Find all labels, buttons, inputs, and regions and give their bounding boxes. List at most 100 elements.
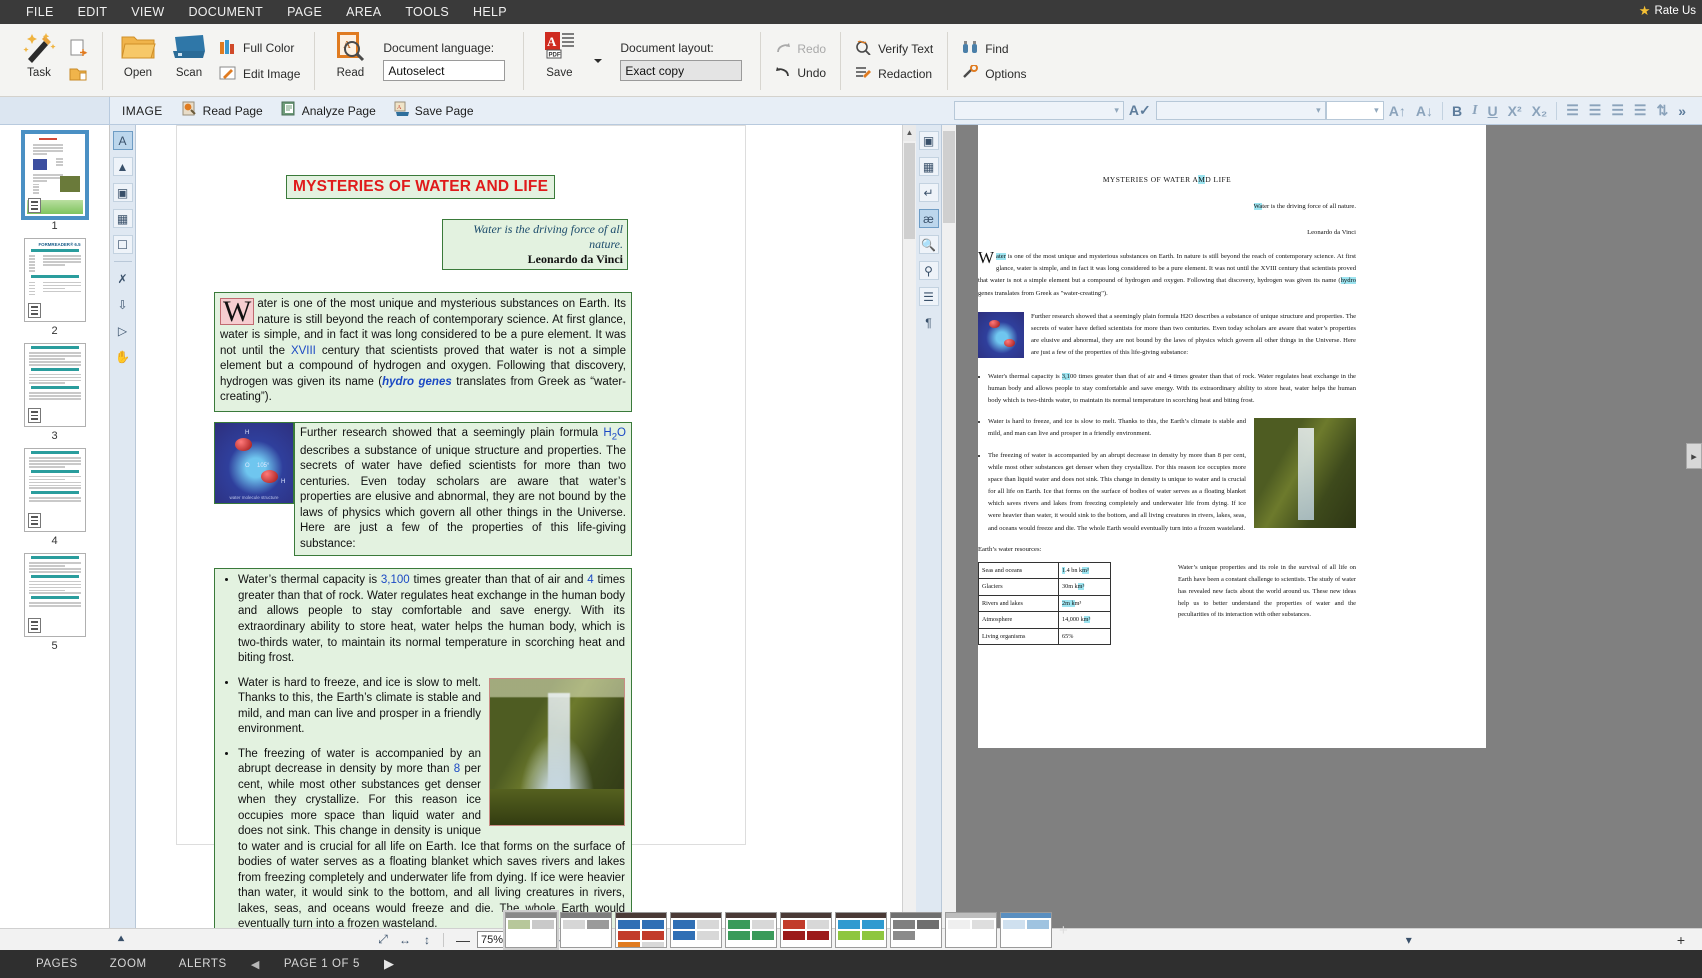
superscript-button[interactable]: X² [1503, 103, 1527, 119]
italic-button[interactable]: I [1467, 103, 1482, 119]
fit-page-icon[interactable]: ⤢ [372, 932, 394, 947]
water-molecule-image[interactable]: H H O 105° water molecule structure [214, 421, 294, 504]
recognition-area-tool-icon[interactable]: ☐ [112, 235, 133, 254]
menu-item-view[interactable]: VIEW [119, 1, 176, 23]
taskbar-window-preview[interactable] [890, 912, 942, 948]
verify-text-button[interactable]: Verify Text [851, 38, 937, 60]
document-quote-block[interactable]: Water is the driving force of all nature… [442, 219, 628, 270]
paragraph-break-icon[interactable]: ↵ [918, 183, 939, 202]
page-thumbnail-4[interactable] [23, 448, 86, 532]
find-replace-icon[interactable]: ⚲ [918, 261, 939, 280]
document-paragraph-1[interactable]: Water is one of the most unique and myst… [214, 292, 632, 412]
taskbar-window-preview[interactable] [615, 912, 667, 948]
align-left-icon[interactable]: ☰ [1561, 102, 1584, 119]
find-button[interactable]: Find [958, 38, 1030, 60]
reorder-areas-tool-icon[interactable]: ⇩ [113, 295, 133, 314]
taskbar-window-preview[interactable] [503, 910, 559, 950]
full-color-button[interactable]: Full Color [215, 37, 304, 60]
text-area-tool-icon[interactable]: A [112, 131, 133, 150]
read-page-button[interactable]: Read Page [173, 101, 272, 120]
options-button[interactable]: Options [958, 63, 1030, 85]
status-zoom-tab[interactable]: ZOOM [94, 958, 163, 970]
underline-button[interactable]: U [1483, 103, 1503, 119]
taskbar-window-preview[interactable] [725, 912, 777, 948]
undo-button[interactable]: Undo [771, 63, 830, 84]
font-color-icon[interactable]: A✓ [1124, 102, 1156, 119]
save-dropdown[interactable] [584, 26, 612, 96]
taskbar-window-preview[interactable] [1000, 912, 1052, 948]
picture-area-tool-icon[interactable]: ▲ [112, 157, 133, 176]
table-row[interactable]: Rivers and lakes 2m km³ [978, 594, 1111, 613]
page-thumbnail-5[interactable] [23, 553, 86, 637]
table-row[interactable]: Living organisms 65% [978, 627, 1111, 646]
scroll-up-arrow[interactable]: ▲ [903, 125, 916, 141]
next-page-button[interactable]: ▸ [1686, 443, 1702, 469]
collapse-pane-icon[interactable]: ⯅ [110, 932, 132, 947]
background-picture-tool-icon[interactable]: ▣ [112, 183, 133, 202]
increase-font-size-icon[interactable]: A↑ [1384, 103, 1411, 119]
hand-tool-icon[interactable]: ✋ [113, 347, 133, 366]
font-style-select[interactable]: ▾ [1155, 101, 1326, 120]
decrease-font-size-icon[interactable]: A↓ [1411, 103, 1438, 119]
align-right-icon[interactable]: ☰ [1606, 102, 1629, 119]
menu-item-file[interactable]: FILE [14, 1, 66, 23]
menu-item-tools[interactable]: TOOLS [393, 1, 461, 23]
page-thumbnail-item[interactable]: FORMREADER® 6.5 2 [23, 238, 86, 337]
page-thumbnail-3[interactable] [23, 343, 86, 427]
line-spacing-icon[interactable]: ⇅ [1651, 102, 1673, 119]
menu-item-document[interactable]: DOCUMENT [176, 1, 275, 23]
taskbar-window-preview[interactable] [835, 912, 887, 948]
chevron-down-icon[interactable] [586, 50, 610, 72]
page-thumbnail-item[interactable]: 5 [23, 553, 86, 652]
document-title[interactable]: MYSTERIES OF WATER AND LIFE [286, 175, 556, 199]
fit-width-icon[interactable]: ↔ [394, 933, 416, 947]
taskbar-window-preview[interactable] [560, 912, 612, 948]
open-recent-icon[interactable] [66, 63, 90, 85]
text-pane-scrollbar[interactable] [942, 125, 956, 928]
zoom-out-button[interactable]: — [449, 932, 477, 948]
next-page-button[interactable]: ▶ [376, 956, 403, 972]
align-justify-icon[interactable]: ☰ [1629, 102, 1652, 119]
text-sidenote[interactable]: Water’s unique properties and its role i… [1178, 562, 1356, 621]
subscript-button[interactable]: X₂ [1527, 103, 1553, 119]
open-button[interactable]: Open [113, 26, 163, 96]
nonprinting-lines-icon[interactable]: ☰ [918, 287, 939, 306]
save-page-button[interactable]: A Save Page [385, 101, 483, 120]
document-language-select[interactable]: Autoselect [383, 60, 506, 81]
redo-button[interactable]: Redo [771, 39, 830, 60]
page-thumbnail-1[interactable] [20, 130, 89, 220]
taskbar-window-preview[interactable] [780, 912, 832, 948]
image-pane[interactable]: MYSTERIES OF WATER AND LIFE Water is the… [136, 125, 916, 928]
font-size-select[interactable]: ▾ [1325, 101, 1384, 120]
document-bullet-block[interactable]: Water’s thermal capacity is 3,100 times … [214, 568, 632, 928]
menu-item-edit[interactable]: EDIT [66, 1, 120, 23]
menu-item-area[interactable]: AREA [334, 1, 393, 23]
save-button[interactable]: A PDF Save [534, 26, 584, 96]
document-layout-select[interactable]: Exact copy [620, 60, 743, 81]
font-family-select[interactable]: ▾ [953, 101, 1124, 120]
scrollbar-thumb[interactable] [904, 143, 915, 239]
align-center-icon[interactable]: ☰ [1584, 102, 1607, 119]
page-thumbnail-item[interactable]: 4 [23, 448, 86, 547]
page-thumbnail-2[interactable]: FORMREADER® 6.5 [23, 238, 86, 322]
menu-item-page[interactable]: PAGE [275, 1, 334, 23]
text-water-resources-table[interactable]: Seas and oceans 1.4 bn km³ Glaciers 30m … [978, 561, 1111, 646]
verify-zoom-icon[interactable]: 🔍 [918, 235, 939, 254]
insert-picture-icon[interactable]: ▣ [918, 131, 939, 150]
new-document-icon[interactable] [66, 37, 90, 59]
fit-height-icon[interactable]: ↕ [416, 933, 438, 947]
pilcrow-icon[interactable]: ¶ [919, 313, 939, 332]
text-zoom-in-button[interactable]: + [1670, 932, 1692, 948]
page-thumbnail-item[interactable]: 1 [20, 130, 89, 232]
bold-button[interactable]: B [1447, 103, 1467, 119]
taskbar-add-button[interactable]: + [1055, 922, 1072, 939]
text-waterfall-photo[interactable] [1254, 418, 1356, 529]
edit-image-button[interactable]: Edit Image [215, 63, 304, 86]
task-button[interactable]: Task [14, 26, 64, 96]
delete-area-tool-icon[interactable]: ✗ [113, 269, 133, 288]
redaction-button[interactable]: Redaction [851, 63, 937, 85]
page-thumbnail-item[interactable]: 3 [23, 343, 86, 442]
document-paragraph-2[interactable]: Further research showed that a seemingly… [294, 421, 632, 557]
spellcheck-icon[interactable]: æ [918, 209, 939, 228]
status-alerts-tab[interactable]: ALERTS [163, 958, 243, 970]
